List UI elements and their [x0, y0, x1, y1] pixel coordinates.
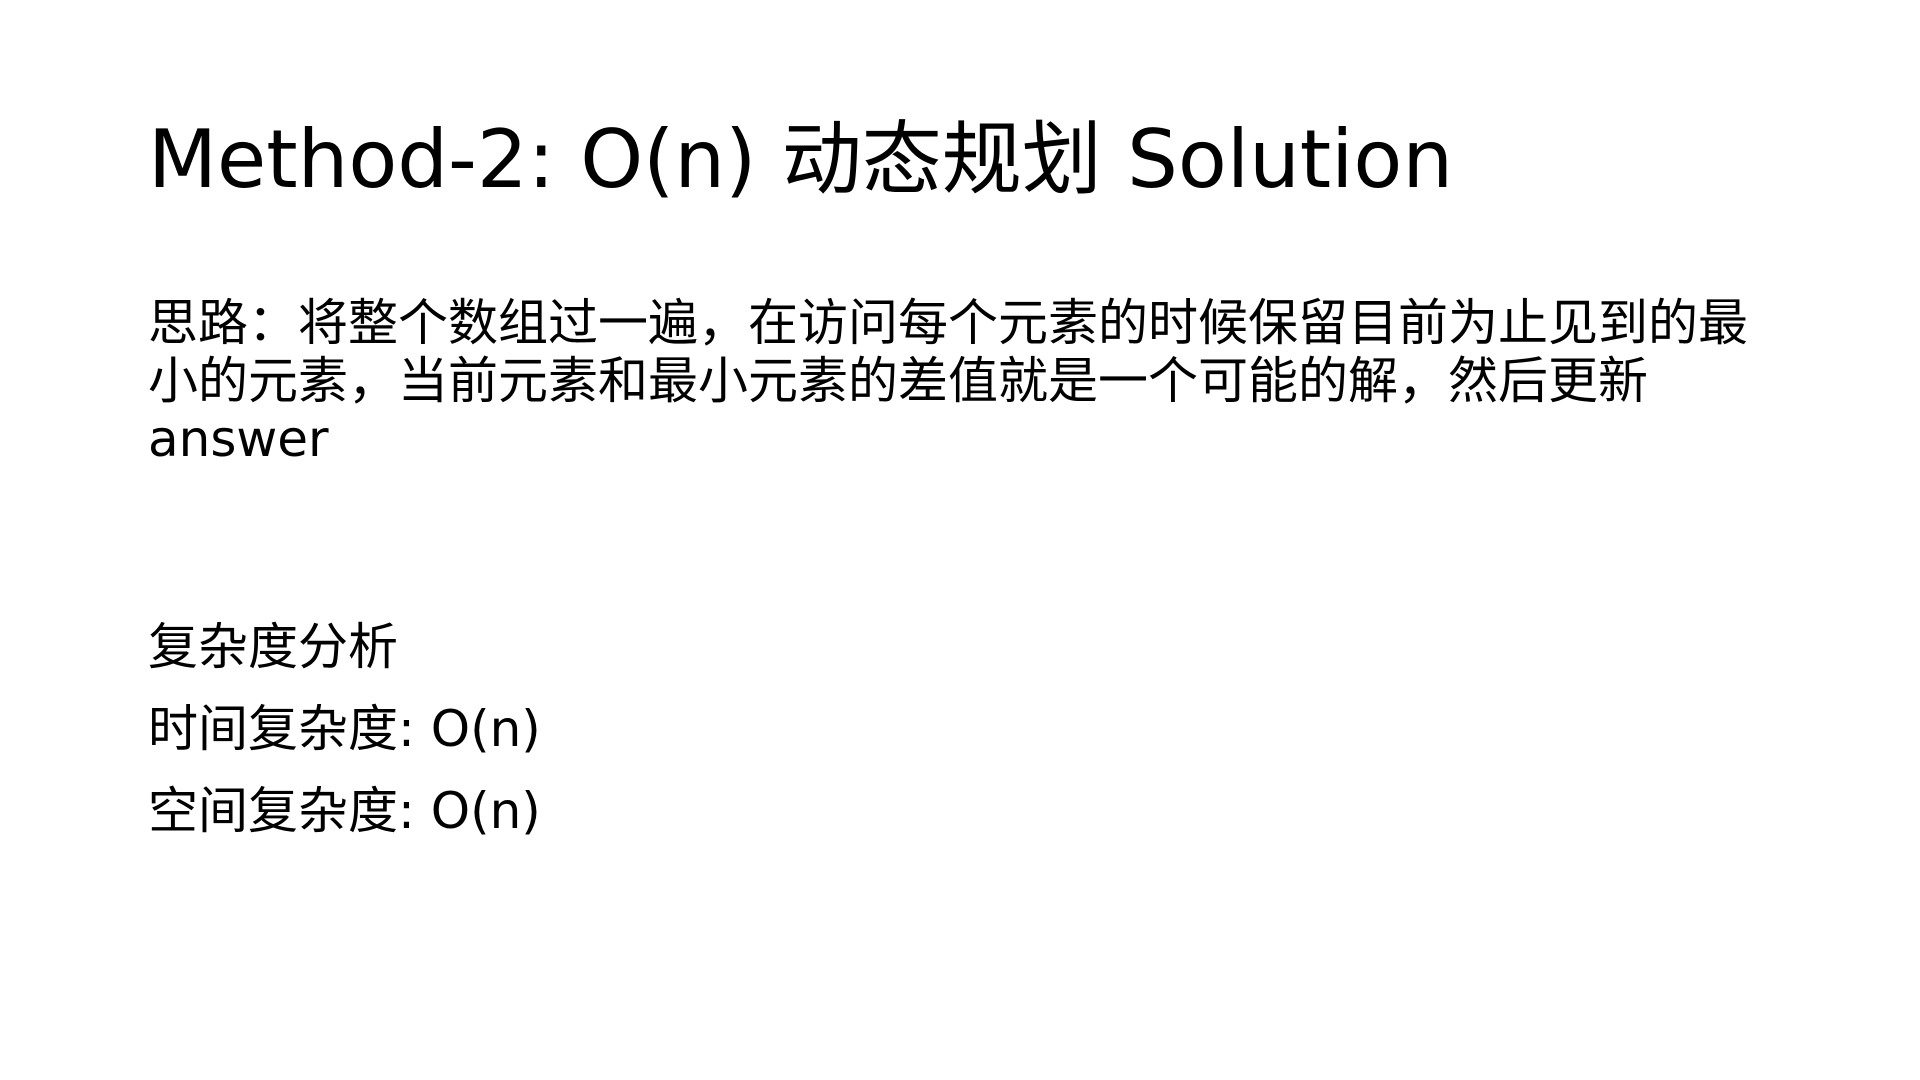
complexity-heading: 复杂度分析: [148, 618, 398, 676]
slide-title: Method-2: O(n) 动态规划 Solution: [148, 113, 1454, 206]
idea-paragraph: 思路：将整个数组过一遍，在访问每个元素的时候保留目前为止见到的最小的元素，当前元…: [148, 294, 1748, 468]
space-complexity: 空间复杂度: O(n): [148, 782, 541, 840]
time-complexity: 时间复杂度: O(n): [148, 700, 541, 758]
slide: Method-2: O(n) 动态规划 Solution 思路：将整个数组过一遍…: [0, 0, 1920, 1080]
slide-body: 思路：将整个数组过一遍，在访问每个元素的时候保留目前为止见到的最小的元素，当前元…: [148, 294, 1788, 852]
